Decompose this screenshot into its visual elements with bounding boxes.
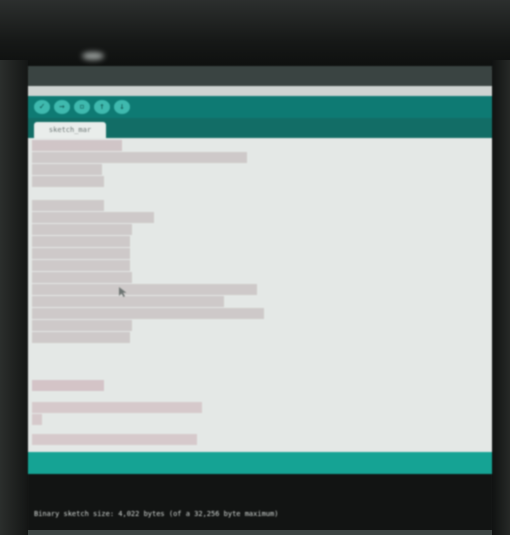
code-line	[32, 332, 130, 343]
monitor-bezel-left	[0, 60, 28, 535]
code-line	[32, 236, 130, 247]
code-line	[32, 200, 104, 211]
open-button[interactable]: ↑	[94, 100, 110, 114]
arrow-up-icon: ↑	[99, 102, 105, 112]
code-line	[32, 380, 104, 391]
code-line	[32, 140, 182, 151]
code-line	[32, 434, 197, 445]
monitor-bezel-right	[492, 60, 510, 535]
new-button[interactable]: ▫	[74, 100, 90, 114]
upload-button[interactable]: →	[54, 100, 70, 114]
code-editor[interactable]	[28, 138, 492, 452]
code-line	[32, 272, 132, 283]
code-line	[32, 284, 257, 295]
code-line	[32, 152, 247, 163]
code-line	[32, 320, 132, 331]
arrow-down-icon: ↓	[119, 102, 125, 112]
new-file-icon: ▫	[79, 102, 85, 112]
editor-status-band	[28, 452, 492, 474]
save-button[interactable]: ↓	[114, 100, 130, 114]
code-line	[32, 260, 130, 271]
code-line	[32, 212, 154, 223]
check-icon: ✓	[39, 102, 45, 112]
console-output: Binary sketch size: 4,022 bytes (of a 32…	[28, 474, 492, 532]
code-line	[32, 308, 264, 319]
mouse-cursor-icon	[119, 287, 127, 297]
ide-window: ✓ → ▫ ↑ ↓ sketch_mar Binary sketch size:…	[28, 66, 492, 532]
menu-bar[interactable]	[28, 86, 492, 96]
code-line	[32, 402, 202, 413]
window-title-bar	[28, 66, 492, 86]
console-status-text: Binary sketch size: 4,022 bytes (of a 32…	[34, 510, 279, 518]
toolbar: ✓ → ▫ ↑ ↓	[28, 96, 492, 118]
arrow-right-icon: →	[59, 102, 65, 112]
code-line	[32, 296, 224, 307]
code-line	[32, 248, 130, 259]
code-line	[32, 224, 132, 235]
tab-sketch[interactable]: sketch_mar	[34, 122, 106, 138]
monitor-bezel-top	[0, 0, 510, 70]
screen-glare	[82, 52, 104, 60]
tab-strip: sketch_mar	[28, 118, 492, 138]
code-line	[32, 176, 104, 187]
verify-button[interactable]: ✓	[34, 100, 50, 114]
code-line	[32, 414, 42, 425]
code-line	[32, 164, 102, 175]
monitor-bezel-bottom	[28, 530, 492, 535]
